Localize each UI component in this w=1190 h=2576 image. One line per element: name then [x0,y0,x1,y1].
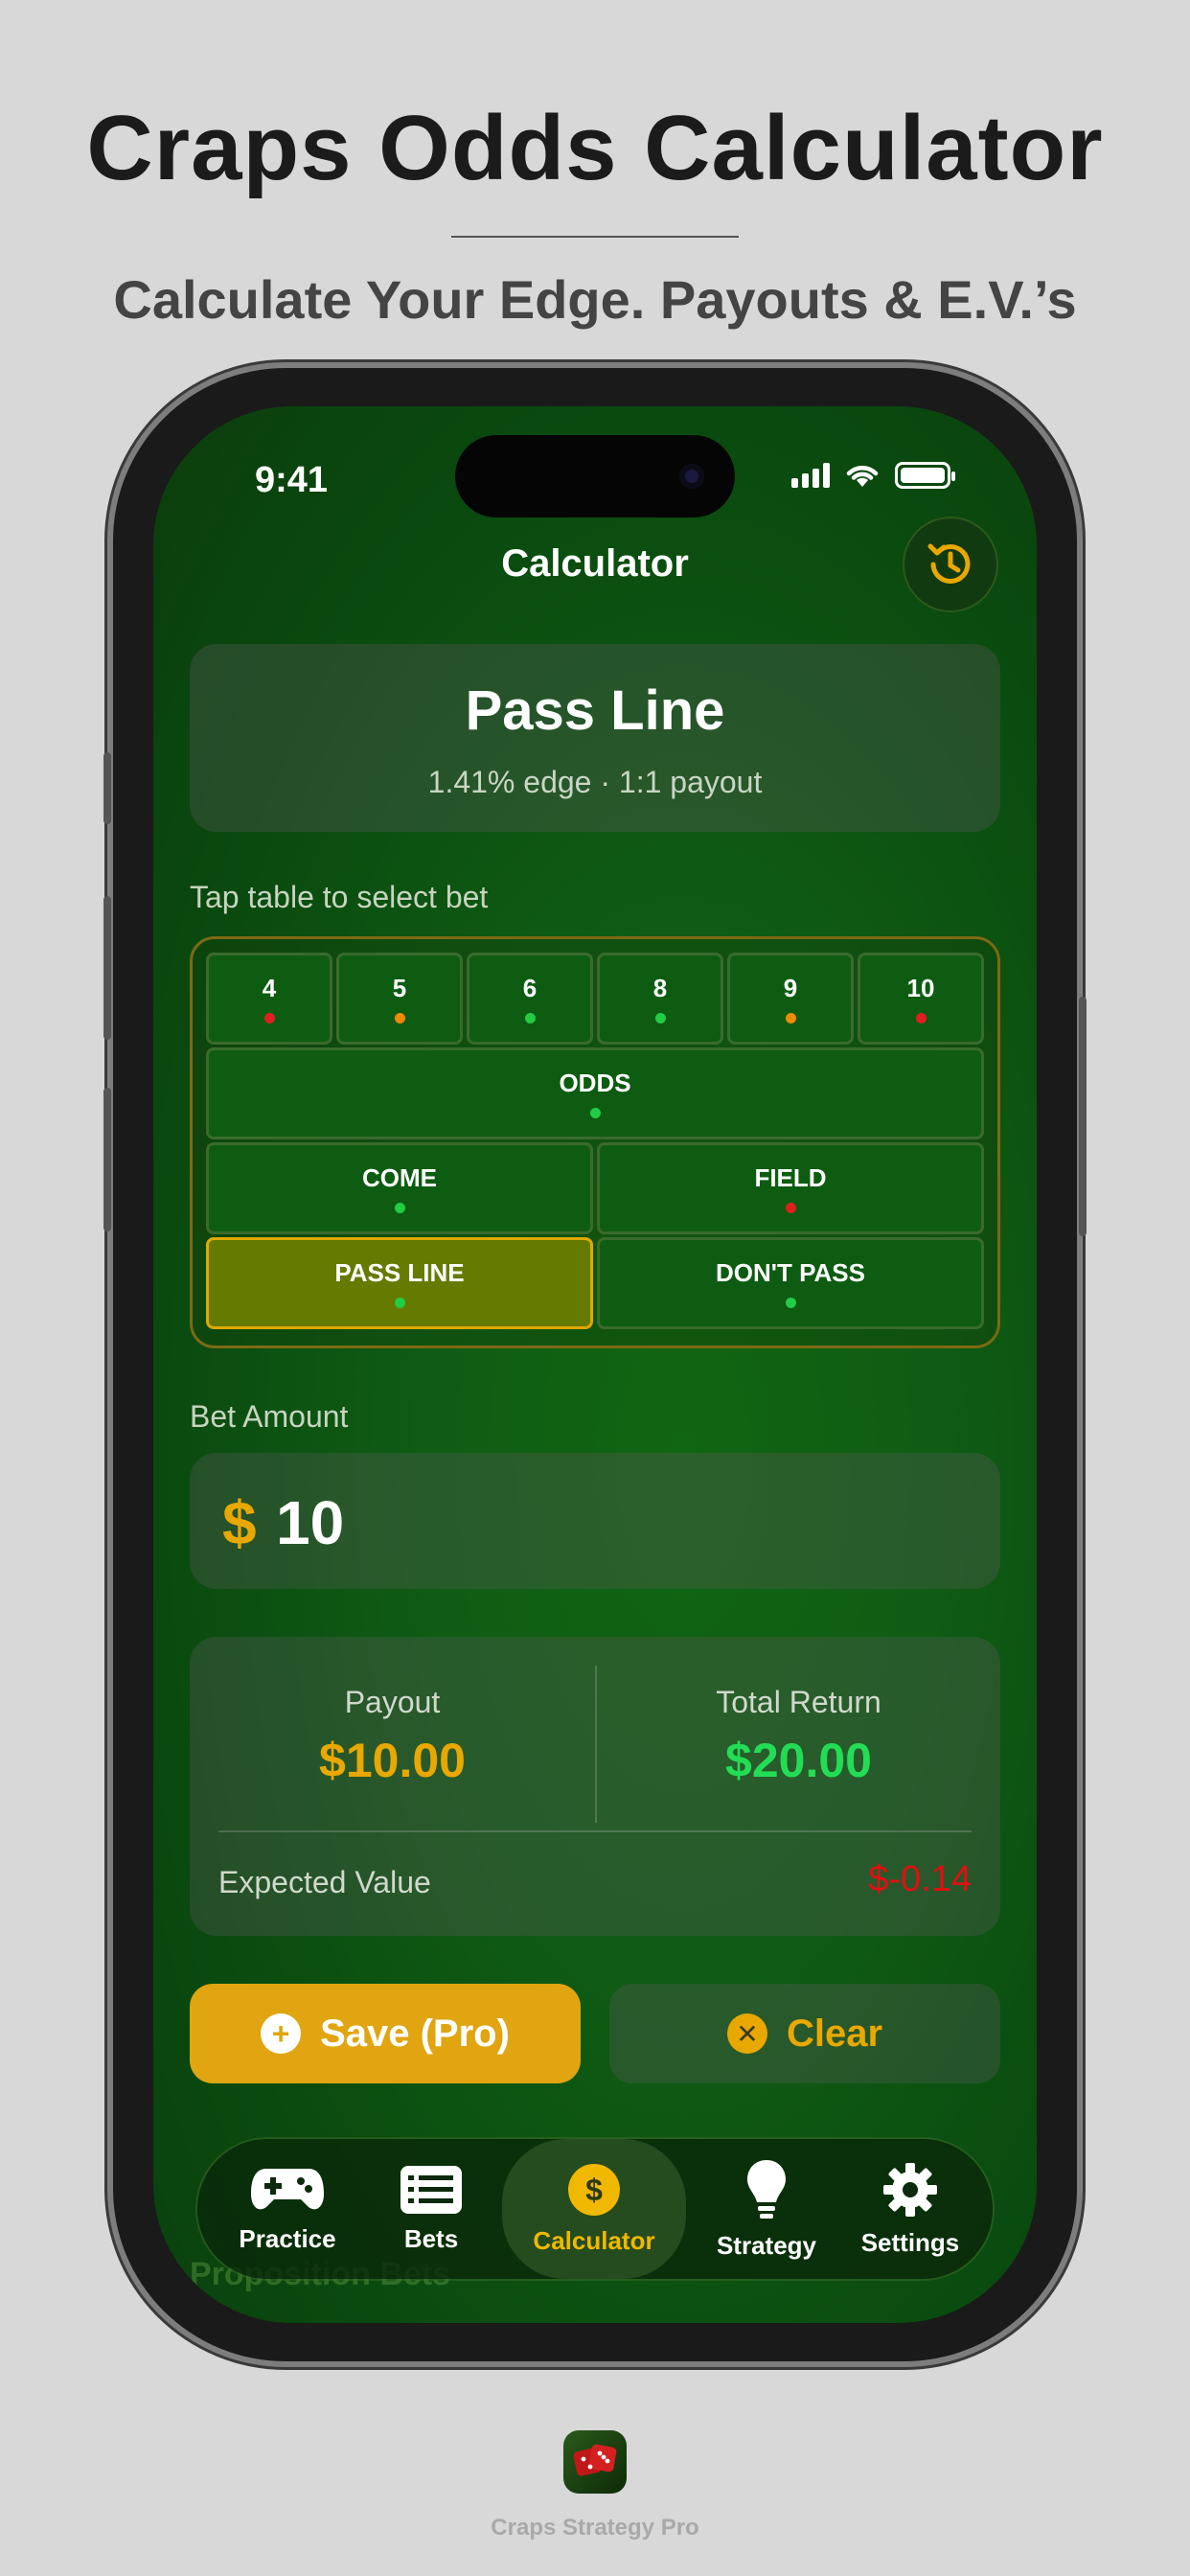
bet-cell-8[interactable]: 8 [597,953,723,1045]
risk-dot [785,1298,796,1308]
marketing-headline: Craps Odds Calculator [86,97,1104,199]
tab-label: Calculator [533,2225,655,2255]
lightbulb-icon [747,2159,786,2219]
bet-cell-come[interactable]: COME [206,1142,593,1234]
history-clock-icon [927,543,971,584]
gamepad-icon [251,2168,324,2209]
app-screen: 9:41 Calculator Pass Line 1.41% edge · 1… [153,406,1037,2323]
wifi-icon [846,466,879,487]
bet-amount-label: Bet Amount [190,1399,349,1434]
selected-bet-name: Pass Line [465,679,725,742]
tab-label: Practice [239,2223,336,2253]
tab-label: Strategy [716,2230,817,2260]
bet-cell-6[interactable]: 6 [467,953,593,1045]
selected-bet-subtitle: 1.41% edge · 1:1 payout [427,765,763,799]
close-circle-icon: ✕ [726,2013,767,2054]
tab-label: Bets [403,2223,459,2253]
tab-label: Settings [860,2227,960,2257]
status-time: 9:41 [255,460,329,500]
risk-dot [589,1108,601,1118]
gear-icon [883,2162,937,2217]
phone-action-button [103,752,111,824]
clear-button[interactable]: ✕ Clear [609,1984,1000,2083]
currency-symbol: $ [222,1488,257,1557]
dice-icon [573,2444,617,2476]
bet-cell-4[interactable]: 4 [206,953,332,1045]
bet-cell-label: COME [362,1163,437,1192]
app-icon [563,2430,627,2494]
status-icons [791,462,955,489]
tab-calculator[interactable]: $ Calculator [502,2139,686,2279]
bet-cell-label: 5 [392,974,407,1002]
ev-value: $-0.14 [868,1859,972,1899]
bet-cell-5[interactable]: 5 [336,953,463,1045]
results-divider-horizontal [218,1830,972,1832]
marketing-subhead: Calculate Your Edge. Payouts & E.V.’s [113,269,1077,330]
save-button-label: Save (Pro) [320,2012,510,2055]
total-return-label: Total Return [716,1685,881,1719]
ev-label: Expected Value [218,1865,431,1899]
headline-divider [451,236,739,238]
payout-label: Payout [344,1685,441,1719]
risk-dot [915,1013,927,1024]
list-icon [400,2165,462,2214]
risk-dot [263,1013,275,1024]
risk-dot [654,1013,666,1024]
risk-dot [785,1013,796,1024]
risk-dot [394,1013,405,1024]
table-hint-label: Tap table to select bet [190,880,489,914]
bet-cell-label: 4 [262,974,277,1002]
craps-table: 4 5 6 8 9 10 ODDS COME FIELD PASS LINE D… [190,936,1000,1348]
phone-power-button [1079,997,1087,1236]
save-button[interactable]: + Save (Pro) [190,1984,581,2083]
bet-cell-dont-pass[interactable]: DON'T PASS [597,1237,984,1329]
tab-bets[interactable]: Bets [355,2139,508,2279]
risk-dot [524,1013,536,1024]
phone-volume-down [103,1088,111,1231]
clear-button-label: Clear [786,2012,883,2055]
bet-cell-pass-line[interactable]: PASS LINE [206,1237,593,1329]
bet-amount-value: 10 [276,1488,345,1557]
cellular-signal-icon [791,463,830,488]
app-name: Craps Strategy Pro [491,2515,699,2541]
bet-cell-label: ODDS [559,1069,631,1097]
risk-dot [394,1298,405,1308]
bet-cell-9[interactable]: 9 [727,953,854,1045]
bet-cell-odds[interactable]: ODDS [206,1047,984,1139]
bet-cell-label: 8 [652,974,668,1002]
svg-text:$: $ [585,2173,603,2207]
bet-cell-label: FIELD [754,1163,827,1192]
tab-practice[interactable]: Practice [211,2139,364,2279]
tab-bar: Practice Bets $ Calculator Strategy Sett… [197,2139,993,2279]
dollar-coin-icon: $ [568,2163,620,2216]
tab-settings[interactable]: Settings [834,2139,987,2279]
battery-icon [895,462,955,489]
bet-amount-field[interactable]: $ 10 [190,1453,1000,1589]
bet-cell-field[interactable]: FIELD [597,1142,984,1234]
tab-strategy[interactable]: Strategy [690,2139,843,2279]
bet-cell-10[interactable]: 10 [858,953,984,1045]
phone-volume-up [103,896,111,1040]
total-return-value: $20.00 [725,1734,872,1787]
payout-value: $10.00 [319,1734,466,1787]
dynamic-island [455,435,735,518]
bet-cell-label: PASS LINE [334,1258,465,1287]
risk-dot [394,1203,405,1213]
risk-dot [785,1203,796,1213]
results-card: Payout $10.00 Total Return $20.00 Expect… [190,1637,1000,1936]
plus-circle-icon: + [261,2013,302,2054]
history-button[interactable] [903,517,998,612]
bet-cell-label: 10 [906,974,935,1002]
bet-cell-label: DON'T PASS [716,1258,865,1287]
bet-cell-label: 6 [522,974,538,1002]
selected-bet-card: Pass Line 1.41% edge · 1:1 payout [190,644,1000,832]
bet-cell-label: 9 [783,974,798,1002]
